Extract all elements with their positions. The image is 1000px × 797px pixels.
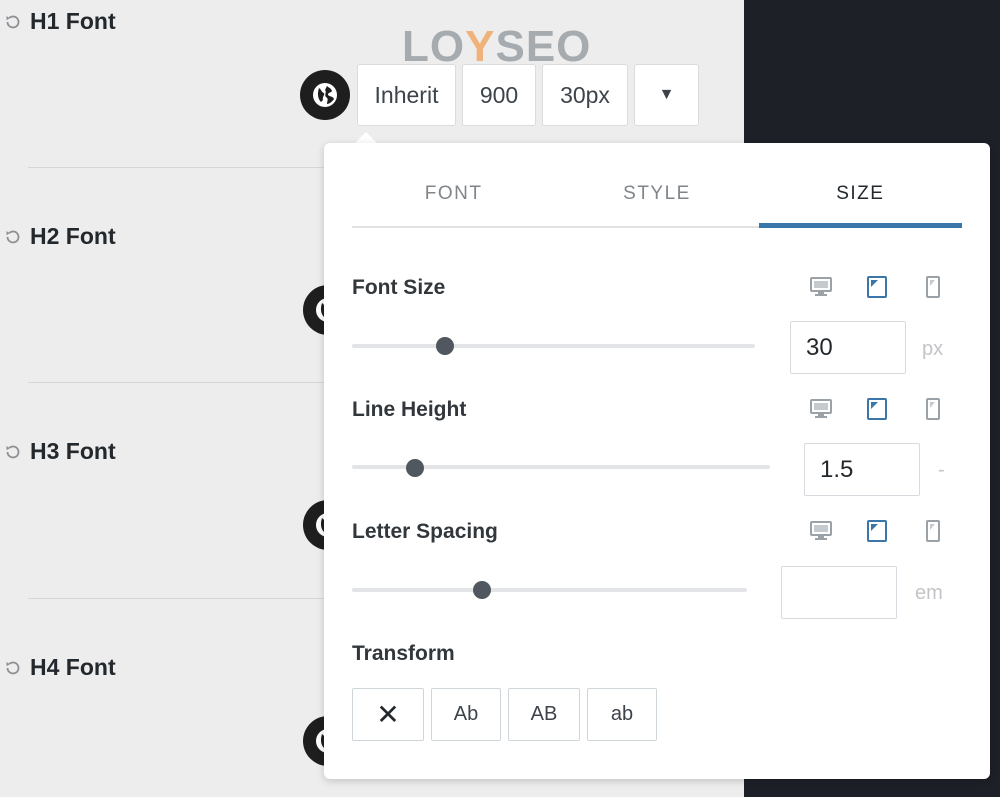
reset-icon[interactable] [4, 228, 22, 246]
font-size-slider-track[interactable] [352, 344, 755, 348]
tab-style[interactable]: STYLE [555, 173, 758, 226]
desktop-icon[interactable] [810, 397, 832, 421]
font-size-unit: px [922, 338, 944, 360]
mobile-icon[interactable] [922, 519, 944, 543]
h3-font-label: H3 Font [30, 438, 116, 464]
globe-icon [312, 82, 338, 108]
font-size-slider-thumb[interactable] [435, 337, 454, 355]
transform-label: Transform [352, 642, 455, 665]
more-options-button[interactable]: ▼ [634, 64, 699, 126]
letter-spacing-input[interactable] [781, 566, 897, 619]
font-size-input[interactable]: 30 [790, 321, 906, 374]
global-font-button[interactable] [300, 70, 350, 120]
transform-lowercase-button[interactable]: ab [587, 688, 657, 741]
transform-none-button[interactable]: ✕ [352, 688, 424, 741]
mobile-icon[interactable] [922, 275, 944, 299]
font-family-button[interactable]: Inherit [357, 64, 456, 126]
h1-font-label: H1 Font [30, 8, 116, 34]
h4-font-label: H4 Font [30, 654, 116, 680]
caret-down-icon: ▼ [658, 86, 675, 103]
h2-font-label: H2 Font [30, 223, 116, 249]
line-height-slider-thumb[interactable] [405, 459, 424, 477]
h1-font-row: H1 Font [4, 8, 116, 35]
tab-font[interactable]: FONT [352, 173, 555, 226]
reset-icon[interactable] [4, 659, 22, 677]
h2-font-row: H2 Font [4, 223, 116, 250]
letter-spacing-label: Letter Spacing [352, 520, 498, 543]
letter-spacing-unit: em [915, 582, 943, 604]
reset-icon[interactable] [4, 13, 22, 31]
desktop-icon[interactable] [810, 519, 832, 543]
letter-spacing-slider-thumb[interactable] [473, 581, 492, 599]
transform-capitalize-button[interactable]: Ab [431, 688, 501, 741]
mobile-icon[interactable] [922, 397, 944, 421]
letter-spacing-slider-track[interactable] [352, 588, 747, 592]
tablet-icon[interactable] [866, 519, 888, 543]
tablet-icon[interactable] [866, 275, 888, 299]
transform-uppercase-button[interactable]: AB [508, 688, 580, 741]
font-weight-button[interactable]: 900 [462, 64, 536, 126]
h3-font-row: H3 Font [4, 438, 116, 465]
desktop-icon[interactable] [810, 275, 832, 299]
tablet-icon[interactable] [866, 397, 888, 421]
line-height-unit: - [938, 459, 945, 481]
reset-icon[interactable] [4, 443, 22, 461]
font-size-button[interactable]: 30px [542, 64, 628, 126]
tab-size[interactable]: SIZE [758, 173, 963, 228]
line-height-label: Line Height [352, 398, 467, 421]
line-height-input[interactable]: 1.5 [804, 443, 920, 496]
typography-popover: FONT STYLE SIZE Font Size 30 px Line Hei… [324, 143, 990, 779]
close-icon: ✕ [376, 699, 400, 730]
popover-tabs: FONT STYLE SIZE [352, 173, 963, 228]
font-size-label: Font Size [352, 276, 446, 299]
h4-font-row: H4 Font [4, 654, 116, 681]
